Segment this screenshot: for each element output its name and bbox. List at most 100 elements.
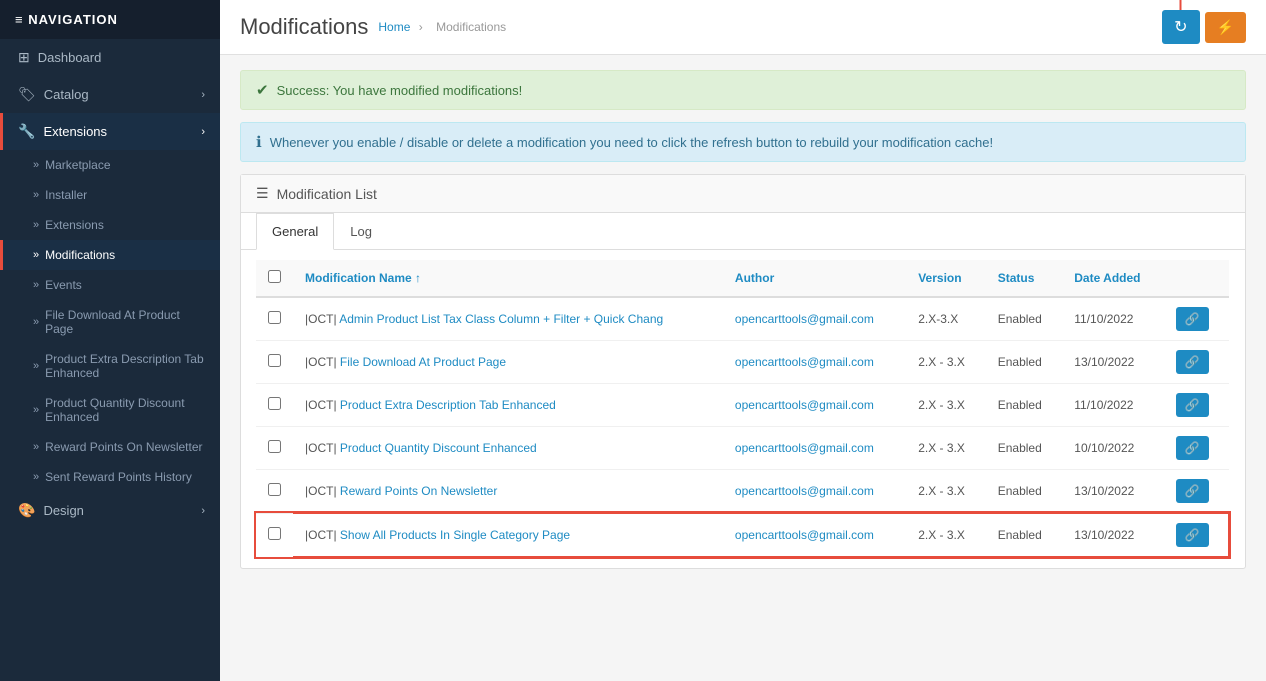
refresh-icon: ↻ (1174, 17, 1187, 37)
sidebar-item-extensions-sub[interactable]: Extensions (0, 210, 220, 240)
tab-log[interactable]: Log (334, 213, 388, 250)
sidebar-item-design[interactable]: 🎨 Design › (0, 492, 220, 529)
sidebar-item-installer[interactable]: Installer (0, 180, 220, 210)
row-status: Enabled (986, 297, 1063, 341)
sidebar-item-product-quantity[interactable]: Product Quantity Discount Enhanced (0, 388, 220, 432)
row-checkbox[interactable] (268, 440, 281, 453)
catalog-icon: 🏷 (18, 86, 36, 103)
nav-label: ≡ NAVIGATION (15, 12, 118, 27)
edit-button[interactable]: 🔗 (1176, 350, 1209, 374)
list-icon: ☰ (256, 185, 269, 202)
row-author: opencarttools@gmail.com (723, 470, 906, 514)
sidebar-item-sent-reward[interactable]: Sent Reward Points History (0, 462, 220, 492)
edit-button[interactable]: 🔗 (1176, 436, 1209, 460)
col-status: Status (986, 260, 1063, 297)
sidebar-item-file-download[interactable]: File Download At Product Page (0, 300, 220, 344)
edit-icon: 🔗 (1185, 528, 1200, 542)
row-date-added: 10/10/2022 (1062, 427, 1164, 470)
row-version: 2.X - 3.X (906, 341, 986, 384)
row-version: 2.X - 3.X (906, 513, 986, 557)
edit-icon: 🔗 (1185, 312, 1200, 326)
sidebar-item-catalog[interactable]: 🏷 Catalog › (0, 76, 220, 113)
row-status: Enabled (986, 470, 1063, 514)
sidebar-item-dashboard[interactable]: ⊞ Dashboard (0, 39, 220, 76)
col-name[interactable]: Modification Name ↑ (293, 260, 723, 297)
sidebar-sub-label: Extensions (45, 218, 104, 232)
sidebar-item-reward-points[interactable]: Reward Points On Newsletter (0, 432, 220, 462)
edit-button[interactable]: 🔗 (1176, 479, 1209, 503)
author-link[interactable]: opencarttools@gmail.com (735, 355, 874, 369)
breadcrumb: Home › Modifications (378, 20, 511, 34)
row-checkbox-cell (256, 427, 293, 470)
mod-name-link[interactable]: Reward Points On Newsletter (340, 484, 497, 498)
sidebar-item-product-extra[interactable]: Product Extra Description Tab Enhanced (0, 344, 220, 388)
edit-icon: 🔗 (1185, 484, 1200, 498)
sidebar-sub-label: Modifications (45, 248, 115, 262)
col-date-added: Date Added (1062, 260, 1164, 297)
row-action-cell: 🔗 (1164, 427, 1229, 470)
tab-general[interactable]: General (256, 213, 334, 250)
mod-name-link[interactable]: Product Quantity Discount Enhanced (340, 441, 537, 455)
sidebar-item-modifications[interactable]: Modifications (0, 240, 220, 270)
row-checkbox[interactable] (268, 354, 281, 367)
table-row: |OCT| Show All Products In Single Catego… (256, 513, 1229, 557)
refresh-button[interactable]: ↻ (1162, 10, 1199, 44)
dashboard-icon: ⊞ (18, 49, 30, 66)
sidebar: ≡ NAVIGATION ⊞ Dashboard 🏷 Catalog › 🔧 E… (0, 0, 220, 681)
row-date-added: 13/10/2022 (1062, 470, 1164, 514)
breadcrumb-home-link[interactable]: Home (378, 20, 410, 34)
row-checkbox[interactable] (268, 483, 281, 496)
sidebar-item-label: Dashboard (38, 50, 102, 65)
tab-log-label: Log (350, 224, 372, 239)
sidebar-sub-label: Product Quantity Discount Enhanced (45, 396, 205, 424)
sidebar-item-events[interactable]: Events (0, 270, 220, 300)
breadcrumb-current: Modifications (436, 20, 506, 34)
edit-button[interactable]: 🔗 (1176, 523, 1209, 547)
mod-name-prefix: |OCT| (305, 441, 337, 455)
edit-button[interactable]: 🔗 (1176, 393, 1209, 417)
mod-name-link[interactable]: Admin Product List Tax Class Column + Fi… (339, 312, 663, 326)
row-action-cell: 🔗 (1164, 341, 1229, 384)
row-checkbox-cell (256, 470, 293, 514)
row-date-added: 13/10/2022 (1062, 341, 1164, 384)
sidebar-item-marketplace[interactable]: Marketplace (0, 150, 220, 180)
row-version: 2.X-3.X (906, 297, 986, 341)
edit-button[interactable]: 🔗 (1176, 307, 1209, 331)
mod-name-prefix: |OCT| (305, 398, 337, 412)
author-link[interactable]: opencarttools@gmail.com (735, 441, 874, 455)
mod-name-prefix: |OCT| (305, 312, 337, 326)
mod-name-link[interactable]: Product Extra Description Tab Enhanced (340, 398, 556, 412)
mod-name-link[interactable]: Show All Products In Single Category Pag… (340, 528, 570, 542)
author-link[interactable]: opencarttools@gmail.com (735, 484, 874, 498)
author-link[interactable]: opencarttools@gmail.com (735, 312, 874, 326)
row-checkbox[interactable] (268, 311, 281, 324)
row-checkbox[interactable] (268, 527, 281, 540)
success-alert: ✔ Success: You have modified modificatio… (240, 70, 1246, 110)
sidebar-sub-label: Events (45, 278, 82, 292)
extra-action-button[interactable]: ⚡ (1205, 12, 1246, 43)
panel-title: Modification List (277, 186, 377, 202)
table-row: |OCT| Reward Points On Newsletter openca… (256, 470, 1229, 514)
row-checkbox[interactable] (268, 397, 281, 410)
row-version: 2.X - 3.X (906, 427, 986, 470)
row-action-cell: 🔗 (1164, 384, 1229, 427)
page-title-area: Modifications Home › Modifications (240, 14, 511, 40)
author-link[interactable]: opencarttools@gmail.com (735, 528, 874, 542)
chevron-right-icon: › (201, 505, 205, 517)
panel-heading: ☰ Modification List (241, 175, 1245, 213)
lightning-icon: ⚡ (1217, 19, 1234, 35)
sidebar-sub-label: Sent Reward Points History (45, 470, 192, 484)
select-all-checkbox[interactable] (268, 270, 281, 283)
row-action-cell: 🔗 (1164, 513, 1229, 557)
author-link[interactable]: opencarttools@gmail.com (735, 398, 874, 412)
mod-name-link[interactable]: File Download At Product Page (340, 355, 506, 369)
sidebar-item-extensions[interactable]: 🔧 Extensions › (0, 113, 220, 150)
row-status: Enabled (986, 513, 1063, 557)
row-date-added: 11/10/2022 (1062, 384, 1164, 427)
info-alert: ℹ Whenever you enable / disable or delet… (240, 122, 1246, 162)
table-wrapper: Modification Name ↑ Author Version Statu… (241, 250, 1245, 568)
top-actions: ↻ ⚡ (1162, 10, 1246, 44)
mod-name-prefix: |OCT| (305, 355, 337, 369)
content-area: ✔ Success: You have modified modificatio… (220, 55, 1266, 681)
check-circle-icon: ✔ (256, 81, 269, 99)
